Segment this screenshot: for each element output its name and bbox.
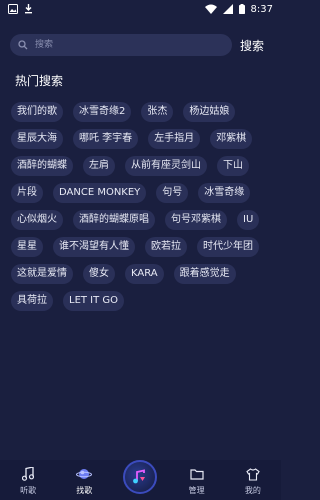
planet-icon	[76, 469, 93, 479]
status-time: 8:37	[250, 3, 273, 15]
hot-search-tag[interactable]: 酒醉的蝴蝶原唱	[73, 210, 155, 230]
hot-search-tag[interactable]: 跟着感觉走	[173, 264, 236, 284]
signal-icon	[222, 4, 233, 14]
player-center-button[interactable]	[123, 460, 158, 494]
wifi-icon	[204, 4, 217, 14]
hot-search-tag[interactable]: 欧若拉	[145, 237, 187, 257]
photo-notification-icon	[8, 4, 18, 14]
search-input[interactable]	[33, 39, 217, 51]
search-icon	[18, 40, 28, 50]
hot-search-tags: 我们的歌 冰雪奇缘2 张杰 杨边姑娘星辰大海 哪吒 李宇春 左手指月 邓紫棋酒醉的蝴蝶 左肩从…	[11, 102, 273, 311]
tab-player[interactable]	[120, 460, 160, 496]
hot-search-tag[interactable]: 这就是爱情	[11, 264, 73, 284]
tab-listen-label: 听歌	[20, 486, 37, 495]
hot-search-tag[interactable]: 句号邓紫棋	[165, 210, 227, 230]
tab-manage-label: 管理	[188, 486, 205, 495]
player-logo-icon	[133, 469, 146, 484]
download-icon	[25, 4, 32, 14]
hot-search-tag[interactable]: 张杰	[141, 102, 174, 122]
status-bar: 8:37	[0, 0, 281, 18]
hot-search-tag[interactable]: 酒醉的蝴蝶	[11, 156, 73, 176]
hot-search-tag[interactable]: 傻女	[83, 264, 115, 284]
hot-search-tag[interactable]: 具荷拉	[11, 291, 53, 311]
hot-search-tag[interactable]: 星辰大海	[11, 129, 63, 149]
hot-search-title: 热门搜索	[15, 74, 64, 88]
tab-mine[interactable]: 我的	[233, 465, 273, 496]
hot-search-tag[interactable]: 下山	[217, 156, 249, 176]
hot-search-tag[interactable]: DANCE MONKEY	[53, 183, 147, 203]
battery-icon	[238, 4, 245, 14]
hot-search-tag[interactable]: 左手指月	[148, 129, 201, 149]
hot-search-tag[interactable]: 谁不渴望有人懂	[53, 237, 135, 257]
folder-icon	[190, 469, 204, 480]
hot-search-tag[interactable]: 句号	[156, 183, 189, 203]
hot-search-tag[interactable]: 邓紫棋	[210, 129, 253, 149]
hot-search-tag[interactable]: 杨边姑娘	[183, 102, 236, 122]
hot-search-tag[interactable]: 左肩	[83, 156, 115, 176]
bottom-tab-bar: 听歌 找歌 管理 我的	[0, 460, 281, 500]
hot-search-tag[interactable]: IU	[237, 210, 260, 230]
hot-search-tag[interactable]: 心似烟火	[11, 210, 63, 230]
hot-search-tag[interactable]: 星星	[11, 237, 43, 257]
tab-manage[interactable]: 管理	[177, 465, 217, 496]
tab-listen[interactable]: 听歌	[8, 465, 48, 496]
hot-search-tag[interactable]: 冰雪奇缘2	[73, 102, 132, 122]
hot-search-tag[interactable]: 时代少年团	[197, 237, 259, 257]
hot-search-tag[interactable]: KARA	[125, 264, 164, 284]
hot-search-tag[interactable]: 从前有座灵剑山	[125, 156, 207, 176]
search-button[interactable]: 搜索	[240, 37, 264, 54]
hot-search-tag[interactable]: 冰雪奇缘	[198, 183, 251, 203]
search-box[interactable]	[10, 34, 232, 56]
hot-search-tag[interactable]: LET IT GO	[63, 291, 125, 311]
tab-find-label: 找歌	[76, 486, 93, 495]
shirt-icon	[246, 467, 260, 481]
tab-mine-label: 我的	[244, 486, 261, 495]
hot-search-tag[interactable]: 我们的歌	[11, 102, 63, 122]
music-note-icon	[22, 467, 35, 481]
search-row: 搜索	[10, 34, 272, 56]
tab-find[interactable]: 找歌	[64, 465, 104, 496]
hot-search-tag[interactable]: 片段	[11, 183, 43, 203]
hot-search-tag[interactable]: 哪吒 李宇春	[73, 129, 139, 149]
